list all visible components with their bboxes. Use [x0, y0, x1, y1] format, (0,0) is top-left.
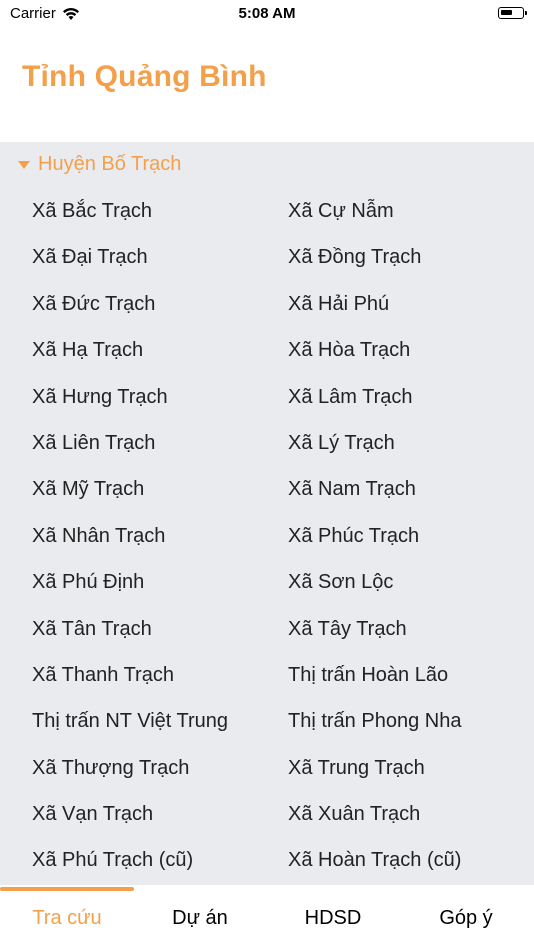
district-list: Huyện Bố Trạch Xã Bắc Trạch Xã Cự Nẫm Xã Đ…	[0, 142, 534, 885]
list-item[interactable]: Xã Đức Trạch	[32, 291, 288, 337]
list-item[interactable]: Xã Thượng Trạch	[32, 755, 288, 801]
list-item[interactable]: Thị trấn Hoàn Lão	[288, 662, 522, 708]
list-item[interactable]: Xã Sơn Lộc	[288, 569, 522, 615]
list-item[interactable]: Xã Mỹ Trạch	[32, 476, 288, 522]
list-item[interactable]: Xã Đại Trạch	[32, 244, 288, 290]
list-item[interactable]: Xã Liên Trạch	[32, 430, 288, 476]
disclosure-triangle-icon	[18, 160, 30, 169]
list-item[interactable]: Xã Bắc Trạch	[32, 198, 288, 244]
tab-du-an[interactable]: Dự án	[133, 907, 267, 930]
list-item[interactable]: Xã Cự Nẫm	[288, 198, 522, 244]
list-item[interactable]: Xã Thanh Trạch	[32, 662, 288, 708]
list-item[interactable]: Xã Đồng Trạch	[288, 244, 522, 290]
list-item[interactable]: Xã Hòa Trạch	[288, 337, 522, 383]
list-item[interactable]: Xã Lâm Trạch	[288, 384, 522, 430]
list-item[interactable]: Xã Tân Trạch	[32, 616, 288, 662]
list-item[interactable]: Xã Hải Phú	[288, 291, 522, 337]
status-bar: Carrier 5:08 AM	[0, 0, 534, 30]
list-item[interactable]: Thị trấn NT Việt Trung	[32, 708, 288, 754]
list-item[interactable]: Xã Hạ Trạch	[32, 337, 288, 383]
list-item[interactable]: Xã Vạn Trạch	[32, 801, 288, 847]
list-item[interactable]: Thị trấn Phong Nha	[288, 708, 522, 754]
battery-level	[501, 10, 512, 15]
tab-tra-cuu[interactable]: Tra cứu	[0, 907, 134, 930]
list-item[interactable]: Xã Lý Trạch	[288, 430, 522, 476]
group-header[interactable]: Huyện Bố Trạch	[18, 153, 181, 176]
list-item[interactable]: Xã Trung Trạch	[288, 755, 522, 801]
tab-gop-y[interactable]: Góp ý	[399, 907, 533, 930]
commune-grid: Xã Bắc Trạch Xã Cự Nẫm Xã Đại Trạch Xã Đồng…	[32, 198, 522, 894]
tab-bar: Tra cứu Dự án HDSD Góp ý	[0, 885, 534, 950]
battery-icon	[498, 7, 527, 19]
list-item[interactable]: Xã Nam Trạch	[288, 476, 522, 522]
list-item[interactable]: Xã Phúc Trạch	[288, 523, 522, 569]
list-item[interactable]: Xã Tây Trạch	[288, 616, 522, 662]
status-time: 5:08 AM	[238, 5, 296, 22]
page-title: Tỉnh Quảng Bình	[22, 60, 267, 93]
list-item[interactable]: Xã Nhân Trạch	[32, 523, 288, 569]
list-item[interactable]: Xã Hưng Trạch	[32, 384, 288, 430]
active-tab-indicator	[0, 887, 134, 891]
tab-hdsd[interactable]: HDSD	[266, 907, 400, 930]
list-item[interactable]: Xã Xuân Trạch	[288, 801, 522, 847]
group-name: Huyện Bố Trạch	[38, 153, 182, 175]
list-item[interactable]: Xã Phú Định	[32, 569, 288, 615]
